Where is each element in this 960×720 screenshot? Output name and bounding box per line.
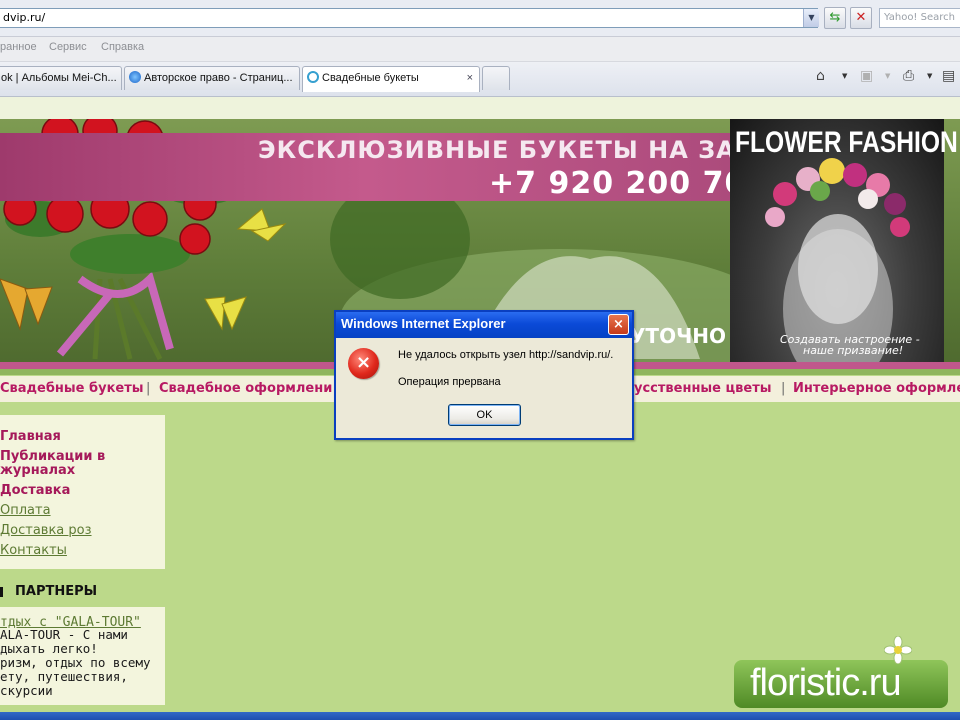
dialog-submessage: Операция прервана xyxy=(398,376,501,388)
tab-label: Авторское право - Страниц... xyxy=(144,72,293,84)
nav-artificial-flowers[interactable]: усственные цветы xyxy=(634,381,772,396)
tab-albums[interactable]: ok | Альбомы Mei-Ch... xyxy=(0,66,122,90)
dialog-message: Не удалось открыть узел http://sandvip.r… xyxy=(398,349,614,361)
floristic-logo[interactable]: floristic.ru xyxy=(750,662,902,705)
close-icon[interactable]: × xyxy=(467,67,473,89)
nav-wedding-decoration[interactable]: Свадебное оформлени xyxy=(159,381,332,396)
tab-label: Свадебные букеты xyxy=(322,72,419,84)
menu-tools[interactable]: Сервис xyxy=(49,41,87,53)
page-icon[interactable]: ▤ xyxy=(942,68,955,84)
partner-description: ALA-TOUR - С нами дыхать легко! ризм, от… xyxy=(0,628,160,698)
print-icon[interactable]: ⎙ xyxy=(903,68,914,84)
nav-separator: | xyxy=(146,381,151,396)
dialog-title: Windows Internet Explorer xyxy=(341,316,506,331)
sidebar-item-payment[interactable]: Оплата xyxy=(0,504,51,518)
sidebar-item-delivery[interactable]: Доставка xyxy=(0,484,70,498)
refresh-button[interactable]: ⇆ xyxy=(824,7,846,29)
partner-text-line: ALA-TOUR - С нами xyxy=(0,627,128,642)
address-input[interactable]: dvip.ru/ xyxy=(0,8,818,28)
partner-text-line: дыхать легко! xyxy=(0,641,98,656)
search-input[interactable]: Yahoo! Search xyxy=(879,8,960,28)
sidebar-item-publications-2[interactable]: журналах xyxy=(0,464,75,478)
stop-button[interactable]: ✕ xyxy=(850,7,872,29)
dialog-close-button[interactable]: × xyxy=(608,314,629,335)
error-icon: × xyxy=(348,348,379,379)
menu-help[interactable]: Справка xyxy=(101,41,144,53)
new-tab-button[interactable] xyxy=(482,66,510,90)
address-dropdown-button[interactable]: ▼ xyxy=(803,9,819,27)
banner-partial-text: УТОЧНО xyxy=(630,324,726,348)
print-dropdown-icon[interactable]: ▼ xyxy=(927,72,932,80)
banner-headline: ЭКСКЛЮЗИВНЫЕ БУКЕТЫ НА ЗАКАЗ xyxy=(258,136,794,164)
partner-text-line: ету, путешествия, xyxy=(0,669,128,684)
partner-text-line: ризм, отдых по всему xyxy=(0,655,151,670)
sidebar-item-contacts[interactable]: Контакты xyxy=(0,544,67,558)
daisy-icon xyxy=(883,635,913,665)
loading-icon xyxy=(307,71,319,83)
flower-fashion-title: FLOWER FASHION xyxy=(735,126,958,159)
sidebar-item-rose-delivery[interactable]: Доставка роз xyxy=(0,524,92,538)
tab-copyright[interactable]: Авторское право - Страниц... xyxy=(124,66,300,90)
partner-text-line: скурсии xyxy=(0,683,53,698)
partners-heading: ПАРТНЕРЫ xyxy=(15,584,98,599)
ok-button[interactable]: OK xyxy=(448,404,521,426)
feeds-icon[interactable]: ▣ xyxy=(860,68,873,84)
feeds-dropdown-icon[interactable]: ▼ xyxy=(885,72,890,80)
photo-caption-line-2: наше призвание! xyxy=(803,344,904,357)
home-icon[interactable]: ⌂ xyxy=(816,68,825,84)
sidebar-item-publications[interactable]: Публикации в xyxy=(0,450,105,464)
tab-wedding-bouquets[interactable]: Свадебные букеты × xyxy=(302,66,480,92)
home-dropdown-icon[interactable]: ▼ xyxy=(842,72,847,80)
ie-page-icon xyxy=(129,71,141,83)
tab-label: ok | Альбомы Mei-Ch... xyxy=(1,72,117,84)
nav-wedding-bouquets[interactable]: Свадебные букеты xyxy=(0,381,144,396)
menu-favorites[interactable]: ранное xyxy=(0,41,37,53)
taskbar xyxy=(0,712,960,720)
sidebar-item-home[interactable]: Главная xyxy=(0,430,61,444)
page-top-strip xyxy=(0,97,960,119)
nav-interior-decoration[interactable]: Интерьерное оформле xyxy=(793,381,960,396)
partners-marker xyxy=(0,587,3,597)
nav-separator: | xyxy=(781,381,786,396)
